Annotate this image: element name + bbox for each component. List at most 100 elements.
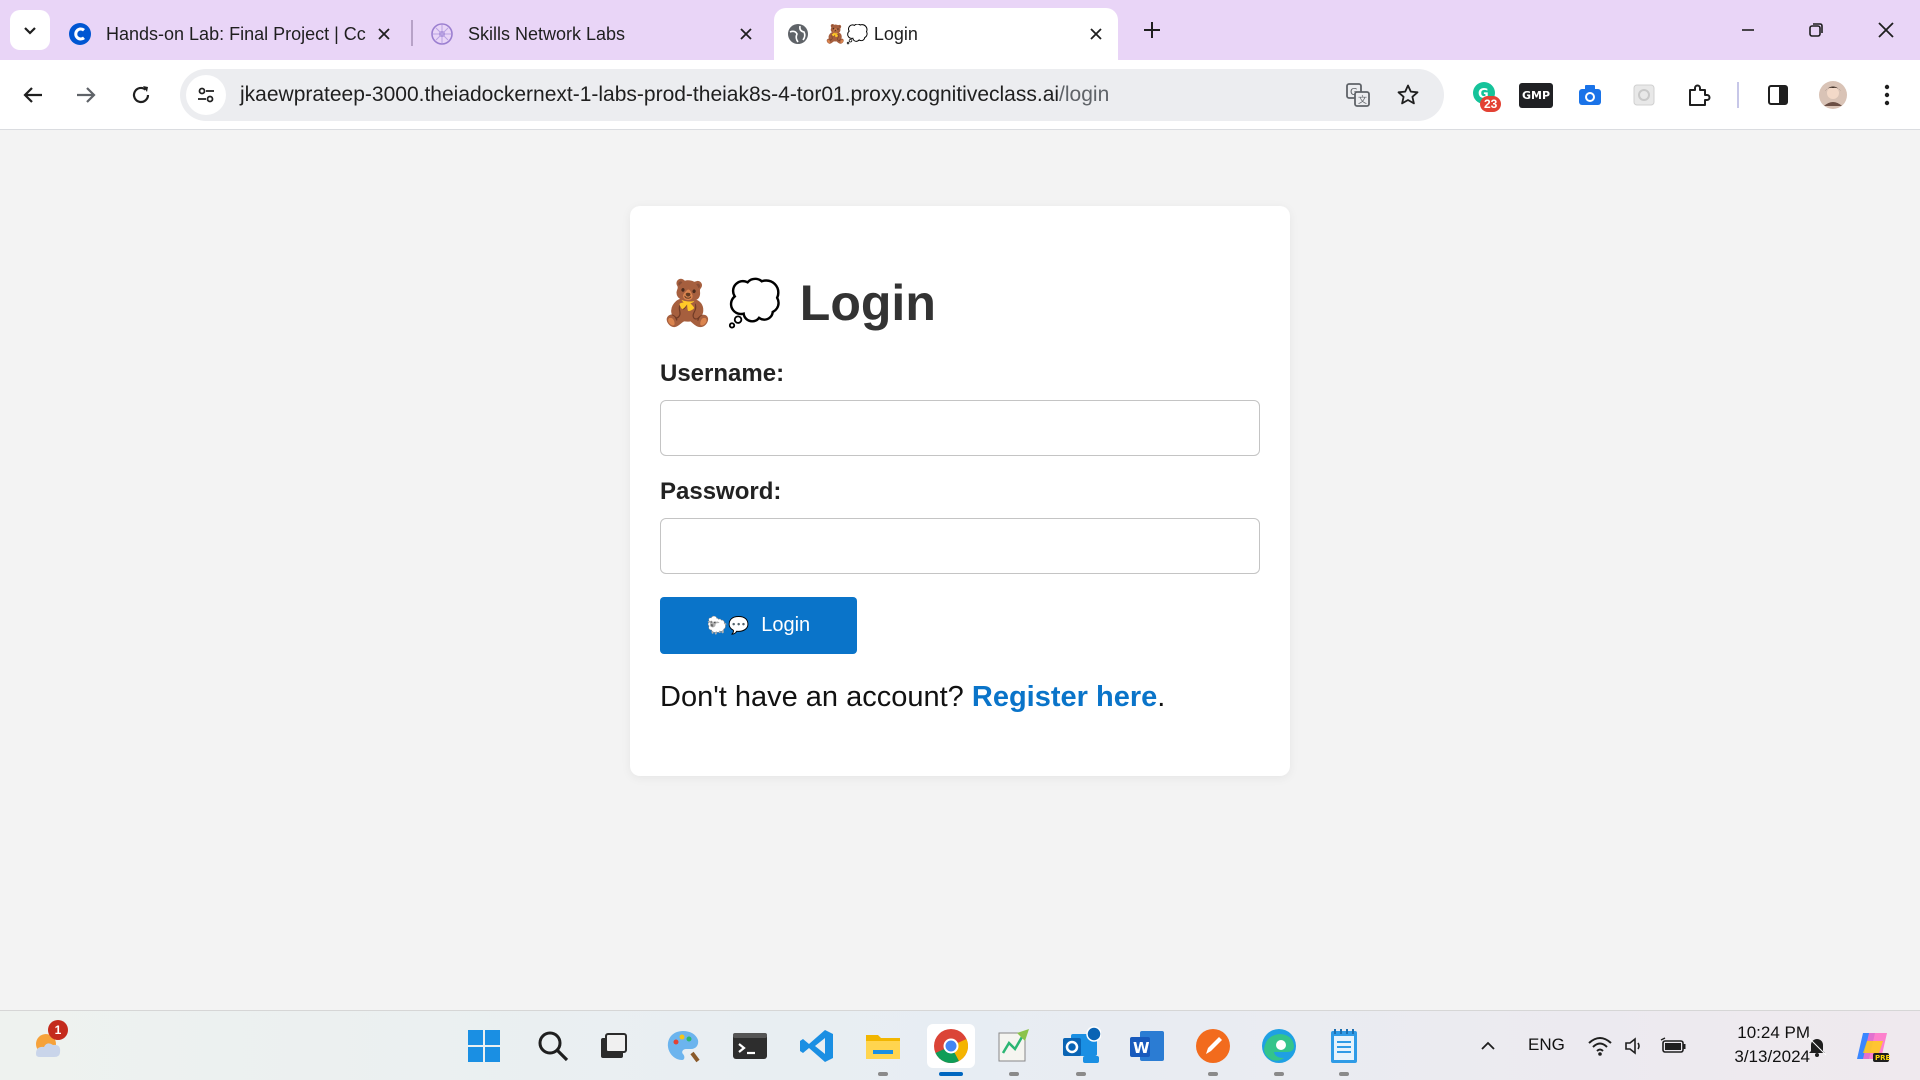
copilot-button[interactable]: PRE [1850,1024,1894,1068]
url-path: /login [1059,83,1110,106]
search-button[interactable] [531,1024,575,1068]
folder-icon [866,1035,900,1059]
speaker-icon [1625,1037,1640,1055]
windows-taskbar: 1 W ENG 10:24 PM 3/13/2024 PRE [0,1010,1920,1080]
vscode-icon [800,1030,833,1062]
tab-strip: Hands-on Lab: Final Project | Cc Skills … [0,0,1920,60]
plus-icon [1144,22,1160,38]
taskbar-app-file-explorer[interactable] [861,1024,905,1076]
bookmark-button[interactable] [1390,77,1426,113]
running-indicator [1339,1072,1349,1076]
register-prompt-line: Don't have an account? Register here. [660,681,1165,714]
wifi-status[interactable] [1580,1024,1620,1068]
browser-toolbar: jkaewprateep-3000.theiadockernext-1-labs… [0,60,1920,130]
battery-status[interactable] [1654,1024,1694,1068]
taskbar-app-python-editor[interactable] [992,1024,1036,1076]
language-indicator[interactable]: ENG [1528,1035,1565,1055]
weather-widget[interactable]: 1 [26,1020,70,1068]
reload-icon [132,86,150,104]
task-view-button[interactable] [592,1024,636,1068]
extension-generic[interactable] [1625,76,1663,114]
toolbar-divider [1737,82,1739,108]
profile-button[interactable] [1814,76,1852,114]
login-button[interactable]: 🐑💬 Login [660,597,857,654]
notifications-button[interactable] [1797,1024,1837,1068]
username-input[interactable] [660,400,1260,456]
taskbar-app-edge[interactable] [1257,1024,1301,1076]
svg-text:W: W [1133,1039,1150,1057]
forward-button[interactable] [66,75,106,115]
translate-icon: G文 [1346,83,1370,107]
clock-date: 3/13/2024 [1734,1047,1810,1066]
reload-button[interactable] [121,75,161,115]
system-clock[interactable]: 10:24 PM 3/13/2024 [1700,1021,1810,1069]
minimize-button[interactable] [1728,12,1768,48]
chrome-menu-button[interactable] [1868,76,1906,114]
taskbar-app-terminal[interactable] [728,1024,772,1068]
active-indicator [939,1072,963,1076]
word-icon: W [1130,1031,1164,1061]
url-text[interactable]: jkaewprateep-3000.theiadockernext-1-labs… [240,83,1109,107]
close-window-button[interactable] [1866,12,1906,48]
tab-hands-on-lab[interactable]: Hands-on Lab: Final Project | Cc [68,8,398,60]
start-button[interactable] [462,1024,506,1068]
running-indicator [1009,1072,1019,1076]
wifi-icon [1588,1037,1612,1056]
star-icon [1397,84,1419,105]
clock-time: 10:24 PM [1737,1023,1810,1042]
extension-gmp[interactable]: GMP [1517,76,1555,114]
notepad-icon [1331,1029,1357,1063]
username-label: Username: [660,360,785,387]
taskbar-app-chrome[interactable] [927,1024,975,1076]
new-tab-button[interactable] [1136,14,1168,46]
taskbar-app-paint[interactable] [661,1024,705,1068]
show-hidden-icons-button[interactable] [1466,1024,1510,1068]
tab-login[interactable]: 🧸💭 Login [774,8,1118,60]
register-suffix: . [1157,681,1166,713]
close-icon[interactable] [370,20,398,48]
tab-title: Skills Network Labs [468,23,626,44]
chevron-up-icon [1481,1041,1495,1050]
extension-grammarly[interactable]: G 23 [1466,76,1504,114]
site-info-button[interactable] [186,75,226,115]
tab-skills-network-labs[interactable]: Skills Network Labs [430,8,760,60]
register-link[interactable]: Register here [972,681,1157,713]
arrow-left-icon [23,87,42,103]
side-panel-button[interactable] [1759,76,1797,114]
pen-tool-icon [1196,1029,1230,1063]
login-button-emoji: 🐑💬 [706,615,750,635]
skills-network-icon [430,22,454,46]
password-input[interactable] [660,518,1260,574]
notification-badge: 1 [48,1020,68,1040]
edge-icon [1262,1029,1296,1063]
extension-screenshot[interactable] [1571,76,1609,114]
address-bar[interactable]: jkaewprateep-3000.theiadockernext-1-labs… [180,69,1444,121]
close-icon[interactable] [732,20,760,48]
arrow-right-icon [77,87,96,103]
taskbar-app-outlook[interactable] [1059,1024,1103,1076]
notification-bell-icon [1807,1036,1827,1057]
svg-text:文: 文 [1358,94,1367,106]
minimize-icon [1742,29,1754,31]
svg-text:PRE: PRE [1875,1054,1891,1062]
restore-button[interactable] [1796,12,1836,48]
back-button[interactable] [13,75,53,115]
windows-icon [468,1030,500,1062]
avatar [1819,81,1847,109]
coursera-icon [68,22,92,46]
volume-status[interactable] [1617,1024,1653,1068]
close-icon[interactable] [1082,20,1110,48]
translate-button[interactable]: G文 [1340,77,1376,113]
taskbar-app-notepad[interactable] [1322,1024,1366,1076]
terminal-icon [733,1033,767,1059]
restore-icon [1809,23,1823,37]
url-host: jkaewprateep-3000.theiadockernext-1-labs… [240,83,1060,106]
camera-icon [1579,85,1601,105]
python-editor-icon [998,1029,1029,1062]
heading-text: Login [799,275,936,331]
taskbar-app-sketch[interactable] [1191,1024,1235,1076]
tab-search-button[interactable] [10,10,50,50]
extensions-menu-button[interactable] [1680,76,1718,114]
taskbar-app-vscode[interactable] [795,1024,839,1068]
taskbar-app-word[interactable]: W [1125,1024,1169,1068]
